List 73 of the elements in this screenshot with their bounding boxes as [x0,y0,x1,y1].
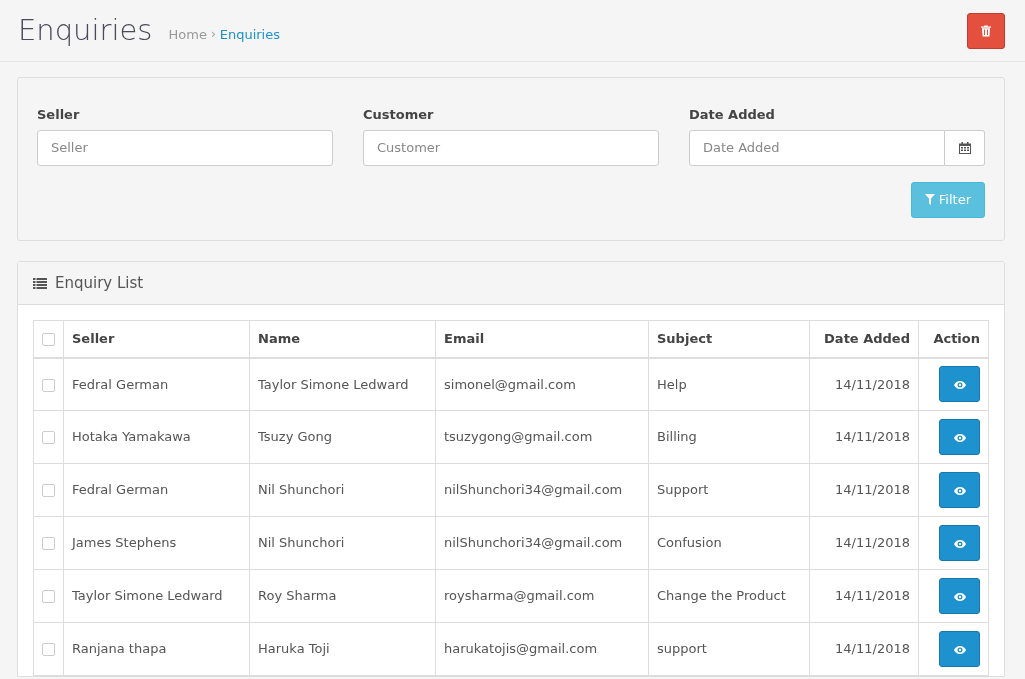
panel-title: Enquiry List [55,272,144,294]
table-cell: Hotaka Yamakawa [72,429,191,445]
table-cell: James Stephens [72,535,177,551]
checkbox[interactable] [42,333,55,346]
table-cell: Tsuzy Gong [258,429,332,445]
view-button[interactable] [939,525,980,561]
table-cell: simonel@gmail.com [444,376,576,392]
eye-icon [953,592,966,601]
calendar-icon [958,141,971,154]
checkbox[interactable] [42,484,55,498]
view-button[interactable] [939,631,980,667]
view-button[interactable] [939,578,980,614]
eye-icon [953,433,966,442]
table-cell: Fedral German [72,482,169,498]
table-cell: Billing [657,429,697,445]
table-cell: Fedral German [72,376,169,392]
breadcrumb-link[interactable]: Enquiries [219,24,280,45]
table-cell: 14/11/2018 [835,482,910,498]
column-header: Seller [72,331,115,346]
checkbox[interactable] [42,537,55,551]
column-header: Action [933,331,980,346]
table-cell: harukatojis@gmail.com [444,641,598,657]
table-cell: Haruka Toji [258,641,330,657]
breadcrumb-separator: › [210,26,216,44]
table-cell: Roy Sharma [258,588,337,604]
funnel-icon [924,194,935,205]
eye-icon [953,381,966,389]
field-label: Seller [37,106,81,124]
table-cell: Nil Shunchori [258,535,345,551]
checkbox[interactable] [42,378,55,392]
table-cell: 14/11/2018 [835,641,910,657]
checkbox[interactable] [42,431,55,445]
table-cell: Support [657,482,709,498]
table-cell: Nil Shunchori [258,482,345,498]
date-field[interactable]: Date Added [689,129,945,166]
view-button[interactable] [939,366,980,403]
input-field[interactable]: Seller [37,129,333,166]
input-field[interactable]: Customer [363,129,659,166]
column-header: Subject [657,331,713,346]
list-icon [33,277,47,289]
table-cell: support [657,641,707,657]
view-button[interactable] [939,472,980,508]
field-label: Date Added [689,106,776,124]
column-header: Name [258,331,300,346]
table-cell: Taylor Simone Ledward [72,588,223,604]
column-header: Email [444,331,485,346]
table-cell: Help [657,376,687,392]
table-cell: Change the Product [657,588,786,604]
table-cell: Ranjana thapa [72,641,167,657]
table-cell: 14/11/2018 [835,376,910,392]
checkbox[interactable] [42,590,55,604]
delete-button[interactable] [967,12,1005,49]
table-cell: Taylor Simone Ledward [258,376,409,392]
breadcrumb-link[interactable]: Home [168,24,207,45]
table-cell: roysharma@gmail.com [444,588,595,604]
eye-icon [953,486,966,495]
checkbox[interactable] [42,643,55,657]
column-header: Date Added [824,331,910,346]
eye-icon [953,645,966,654]
calendar-button[interactable] [945,129,985,166]
table-cell: Confusion [657,535,722,551]
table-cell: 14/11/2018 [835,535,910,551]
table-cell: nilShunchori34@gmail.com [444,482,623,498]
field-label: Customer [363,106,435,124]
table-cell: nilShunchori34@gmail.com [444,535,623,551]
filter-button[interactable]: Filter [910,181,985,218]
page-title: Enquiries [18,13,153,48]
table-cell: tsuzygong@gmail.com [444,429,593,445]
view-button[interactable] [939,419,980,455]
trash-icon [981,24,991,37]
eye-icon [953,539,966,548]
table-cell: 14/11/2018 [835,429,910,445]
table-cell: 14/11/2018 [835,588,910,604]
